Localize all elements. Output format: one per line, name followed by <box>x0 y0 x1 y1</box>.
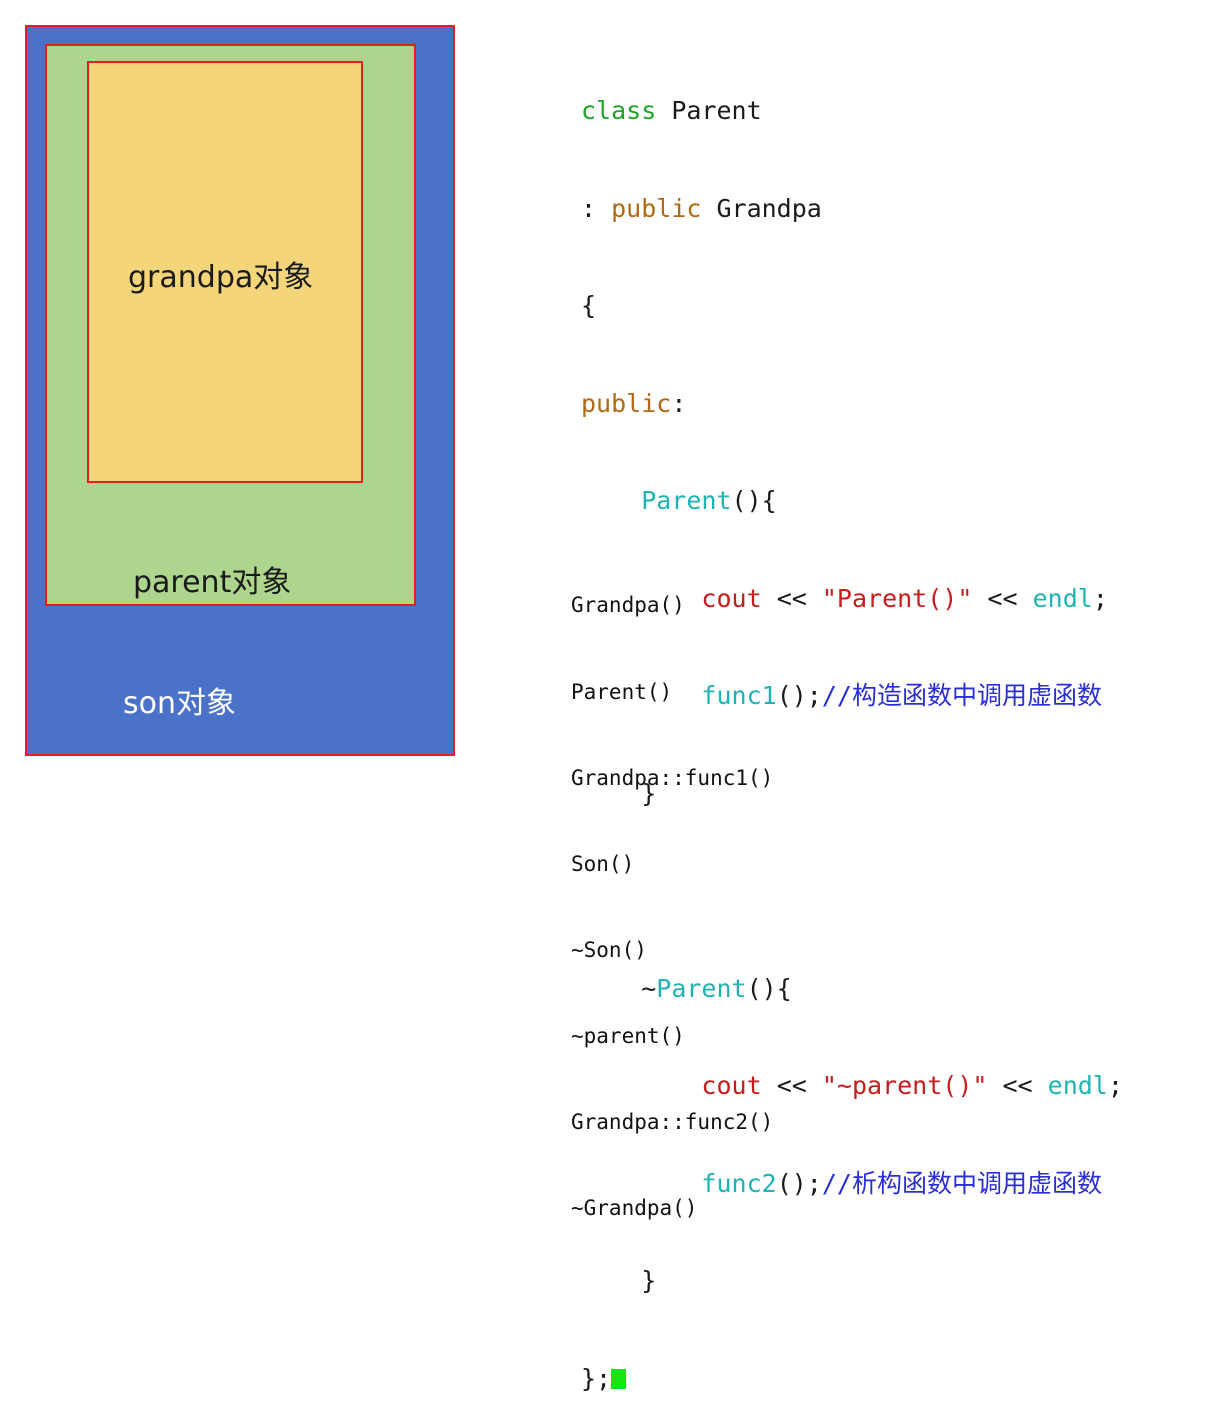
punctuation: : <box>671 388 687 418</box>
constructor-name: Parent <box>641 486 732 515</box>
punctuation: ; <box>1107 1071 1123 1100</box>
operator: << <box>987 1071 1048 1100</box>
punctuation: }; <box>581 1363 612 1393</box>
output-line: Grandpa::func1() <box>571 765 774 790</box>
keyword: public <box>611 193 702 223</box>
keyword: class <box>581 96 657 125</box>
punctuation: { <box>581 291 597 320</box>
code-comment: //析构函数中调用虚函数 <box>821 1168 1102 1198</box>
output-line: Grandpa::func2() <box>571 1110 774 1135</box>
parent-object-label: parent对象 <box>133 565 292 600</box>
keyword: public <box>581 388 672 418</box>
identifier: endl <box>1032 583 1093 613</box>
code-line: : public Grandpa <box>581 193 1123 226</box>
base-class-name: Grandpa <box>701 193 822 223</box>
punctuation: : <box>581 193 612 223</box>
code-line: } <box>581 1265 1123 1298</box>
string-literal: "Parent()" <box>821 583 973 613</box>
operator: << <box>972 583 1033 613</box>
code-line: Parent(){ <box>581 485 1123 518</box>
code-line: { <box>581 290 1123 323</box>
code-line: }; <box>581 1363 1123 1396</box>
string-literal: "~parent()" <box>821 1071 988 1100</box>
code-line: public: <box>581 388 1123 421</box>
output-line: Grandpa() <box>571 593 685 618</box>
class-name: Parent <box>656 96 762 125</box>
output-line: ~Grandpa() <box>571 1196 698 1221</box>
text-cursor <box>611 1368 627 1389</box>
son-object-label: son对象 <box>123 686 236 721</box>
punctuation: (); <box>776 1168 822 1198</box>
punctuation: ; <box>1092 583 1108 613</box>
identifier: endl <box>1047 1071 1108 1100</box>
output-line: Son() <box>571 851 635 876</box>
punctuation: (); <box>776 681 822 710</box>
console-output: Grandpa() Parent() Grandpa::func1() Son(… <box>571 534 773 1252</box>
punctuation: } <box>581 1266 657 1295</box>
code-line: class Parent <box>581 95 1123 128</box>
code-comment: //构造函数中调用虚函数 <box>821 681 1102 710</box>
output-line: ~parent() <box>571 1023 685 1048</box>
output-line: ~Son() <box>571 937 647 962</box>
grandpa-object-label: grandpa对象 <box>128 260 314 295</box>
punctuation: (){ <box>731 486 777 515</box>
output-line: Parent() <box>571 679 673 704</box>
